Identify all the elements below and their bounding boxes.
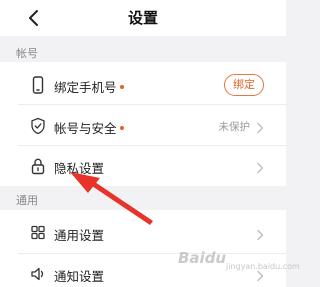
phone-icon	[32, 76, 44, 94]
account-group: 绑定手机号 绑定 帐号与安全 未保护 隐私设置	[0, 62, 286, 186]
notice-dot	[119, 125, 124, 130]
section-label-general: 通用	[16, 194, 38, 207]
speaker-icon	[31, 267, 44, 281]
shield-icon	[31, 117, 45, 135]
watermark-url: jingyan.baidu.com	[226, 262, 300, 271]
general-settings-row[interactable]: 通用设置	[0, 210, 286, 256]
watermark-logo: Baidu	[178, 249, 227, 267]
chevron-right-icon	[257, 270, 264, 282]
account-security-row[interactable]: 帐号与安全 未保护	[0, 103, 286, 149]
notification-settings-label: 通知设置	[54, 269, 105, 284]
header-bar: 设置	[0, 0, 286, 36]
protection-status: 未保护	[218, 121, 251, 133]
notice-dot	[119, 84, 124, 89]
general-settings-label: 通用设置	[54, 228, 105, 243]
chevron-right-icon	[257, 122, 264, 134]
privacy-settings-row[interactable]: 隐私设置	[0, 144, 286, 190]
bind-phone-row[interactable]: 绑定手机号 绑定	[0, 62, 286, 108]
grid-icon	[31, 225, 45, 240]
bind-phone-label: 绑定手机号	[54, 77, 124, 96]
account-security-label: 帐号与安全	[54, 118, 124, 137]
bind-button[interactable]: 绑定	[224, 74, 264, 96]
page-title: 设置	[127, 9, 158, 27]
chevron-right-icon	[257, 229, 264, 241]
lock-icon	[31, 158, 45, 175]
general-group: 通用设置 通知设置	[0, 210, 286, 287]
privacy-settings-label: 隐私设置	[54, 161, 105, 176]
chevron-right-icon	[257, 162, 264, 174]
section-label-account: 帐号	[16, 47, 38, 60]
